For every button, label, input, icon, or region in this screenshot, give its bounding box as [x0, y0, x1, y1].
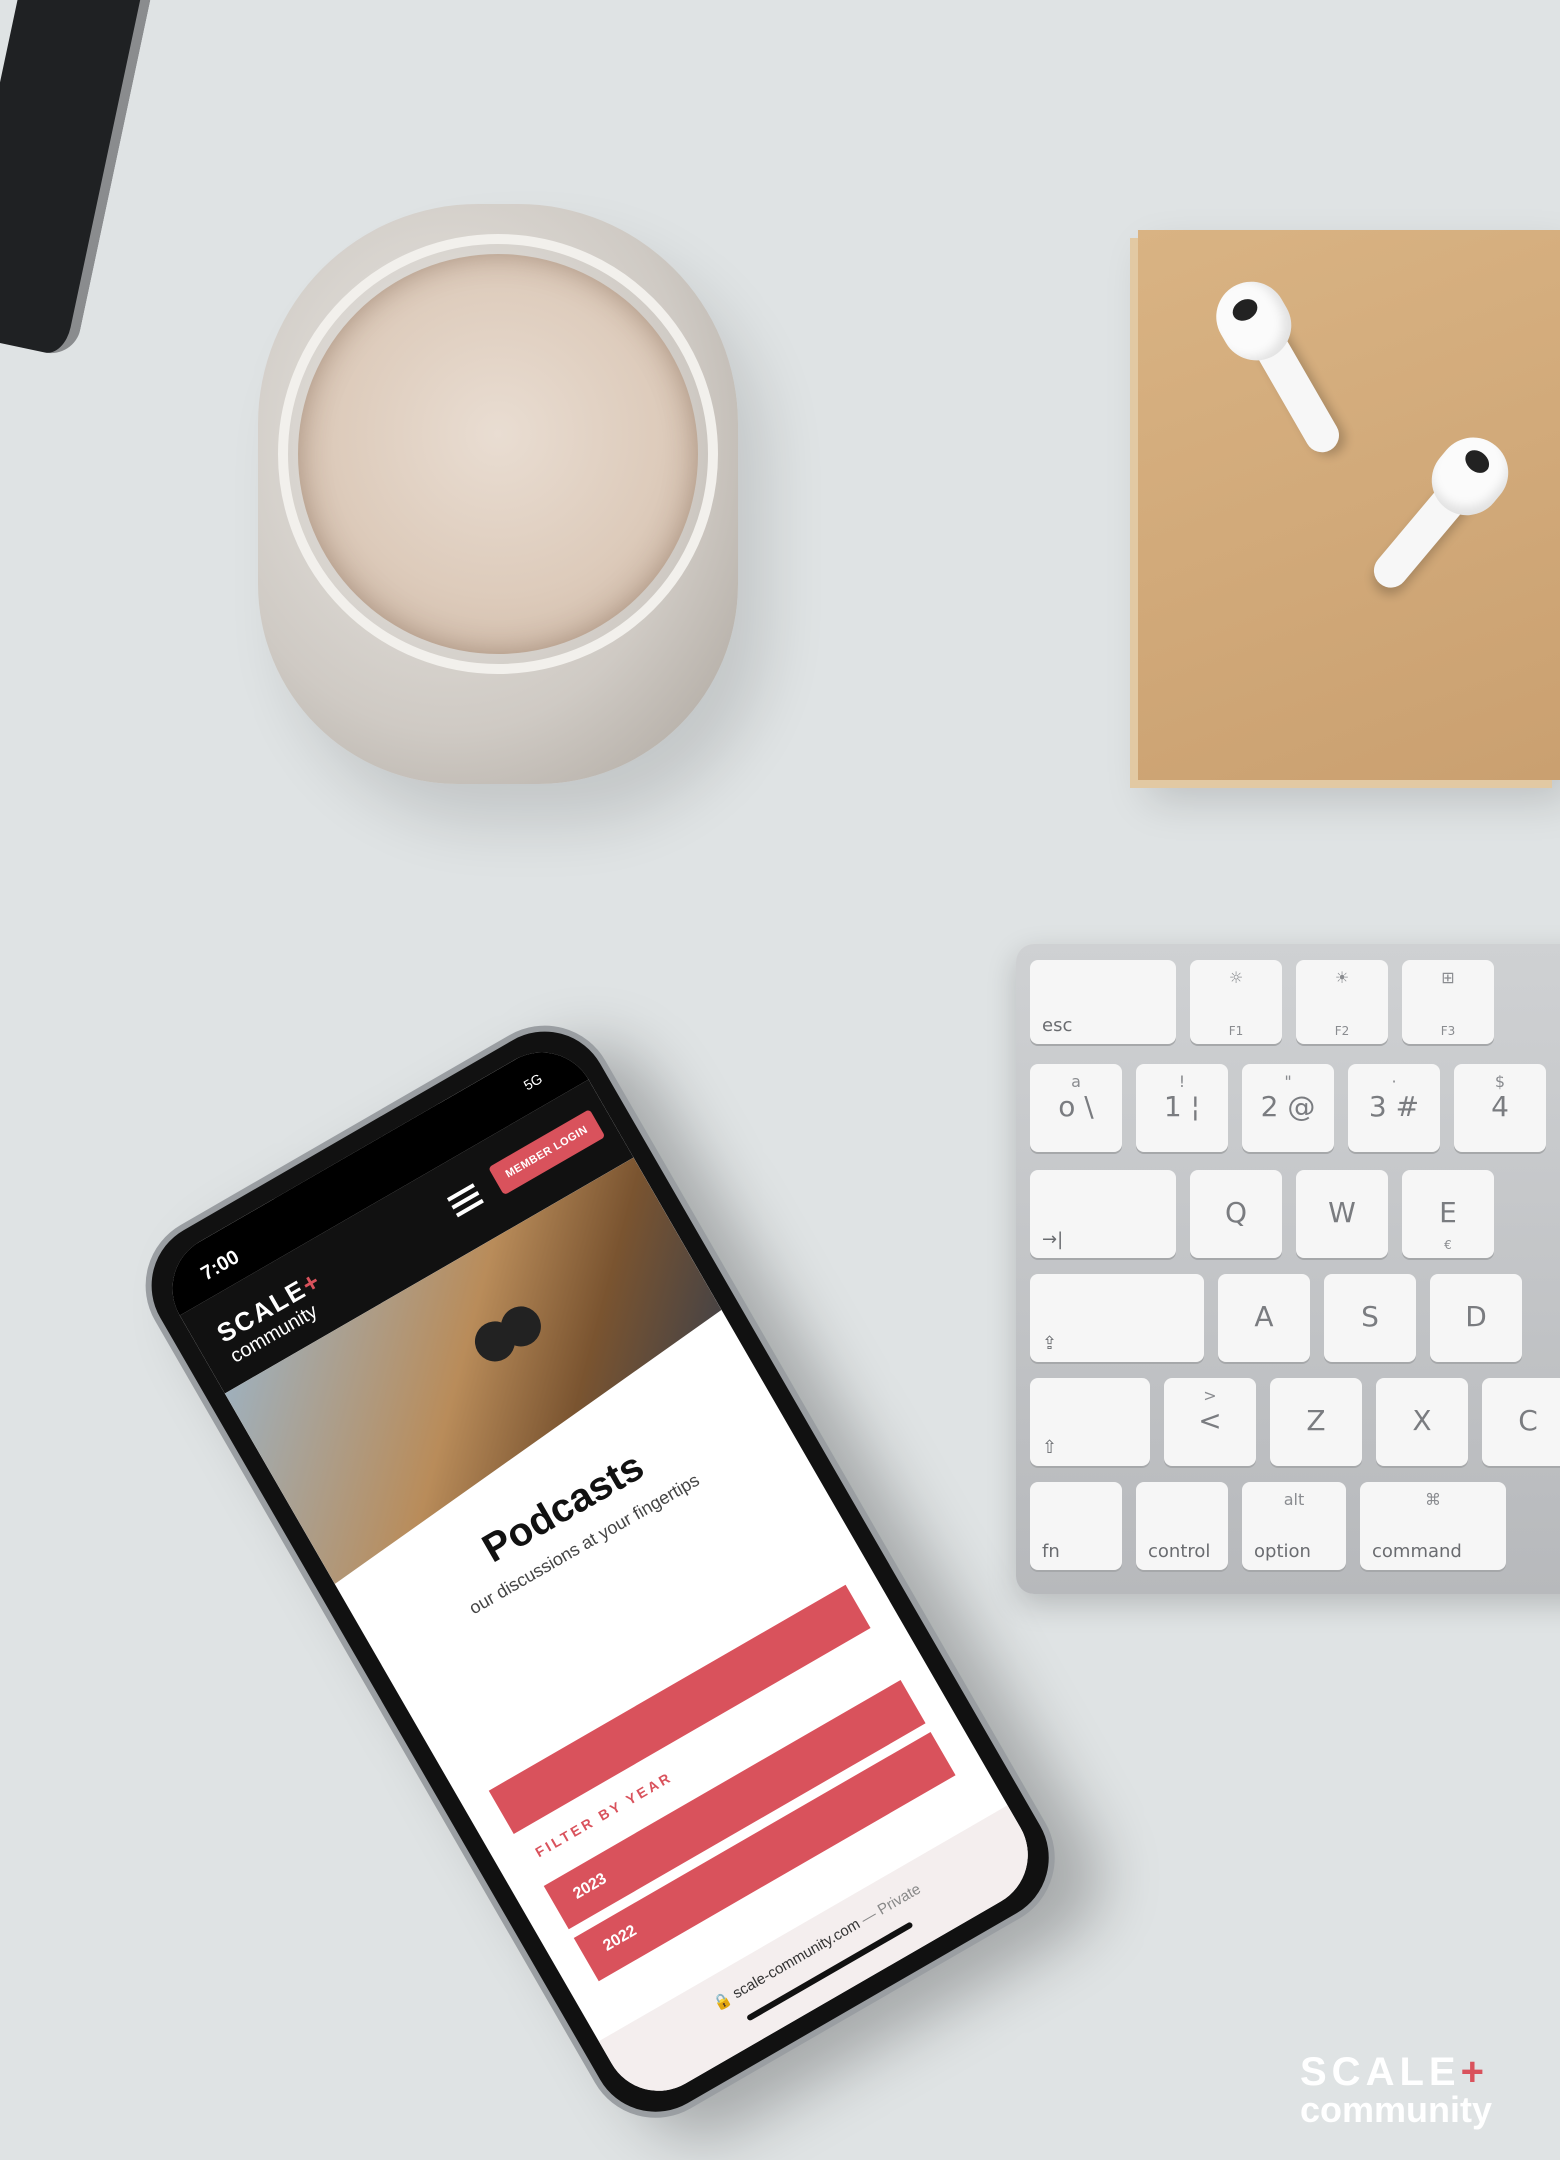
coffee-cup	[258, 204, 738, 784]
key-c[interactable]: C	[1482, 1378, 1560, 1466]
smartphone: 7:00 5G SCALE+ community MEMBER LOGIN Po…	[120, 965, 1146, 2152]
watermark-logo: SCALE+ community	[1300, 2050, 1493, 2130]
url-private: — Private	[858, 1880, 924, 1929]
key-3-[interactable]: · 3 #	[1348, 1064, 1440, 1152]
network-indicator: 5G	[520, 1070, 545, 1094]
key-command[interactable]: ⌘ command	[1360, 1482, 1506, 1570]
key-x[interactable]: X	[1376, 1378, 1468, 1466]
status-time: 7:00	[197, 1246, 244, 1286]
phone-screen: 7:00 5G SCALE+ community MEMBER LOGIN Po…	[152, 1032, 1048, 2111]
key--[interactable]: ☼ F1	[1190, 960, 1282, 1044]
key--[interactable]: > <	[1164, 1378, 1256, 1466]
key-fn[interactable]: fn	[1030, 1482, 1122, 1570]
key-1-[interactable]: ! 1 ¦	[1136, 1064, 1228, 1152]
keyboard: esc ☼ F1 ☀ F2 ⊞ F3 a o \! 1 ¦ " 2 @ · 3 # $4 →| Q W E € ⇪ A S D…	[1016, 944, 1560, 1594]
key-q[interactable]: Q	[1190, 1170, 1282, 1258]
key-a[interactable]: A	[1218, 1274, 1310, 1362]
key--[interactable]: ⇪	[1030, 1274, 1204, 1362]
key-control[interactable]: control	[1136, 1482, 1228, 1570]
key--[interactable]: ☀ F2	[1296, 960, 1388, 1044]
filter-bar-decor	[488, 1584, 871, 1835]
key-o-[interactable]: ao \	[1030, 1064, 1122, 1152]
key--[interactable]: →|	[1030, 1170, 1176, 1258]
key-w[interactable]: W	[1296, 1170, 1388, 1258]
earbud-left	[1203, 268, 1346, 459]
key-z[interactable]: Z	[1270, 1378, 1362, 1466]
hamburger-menu-icon[interactable]	[446, 1183, 484, 1218]
lock-icon: 🔒	[710, 1989, 735, 2014]
key-d[interactable]: D	[1430, 1274, 1522, 1362]
desk-photo: esc ☼ F1 ☀ F2 ⊞ F3 a o \! 1 ¦ " 2 @ · 3 # $4 →| Q W E € ⇪ A S D…	[0, 0, 1560, 2160]
coffee-foam	[298, 254, 698, 654]
key-e[interactable]: E €	[1402, 1170, 1494, 1258]
key-option[interactable]: alt option	[1242, 1482, 1346, 1570]
laptop-corner	[0, 0, 166, 380]
key-4[interactable]: $4	[1454, 1064, 1546, 1152]
key-s[interactable]: S	[1324, 1274, 1416, 1362]
key--[interactable]: ⇧	[1030, 1378, 1150, 1466]
key-esc[interactable]: esc	[1030, 960, 1176, 1044]
key-2-[interactable]: " 2 @	[1242, 1064, 1334, 1152]
earbud-right	[1366, 423, 1523, 595]
kraft-notebook	[1138, 230, 1560, 780]
key--[interactable]: ⊞ F3	[1402, 960, 1494, 1044]
